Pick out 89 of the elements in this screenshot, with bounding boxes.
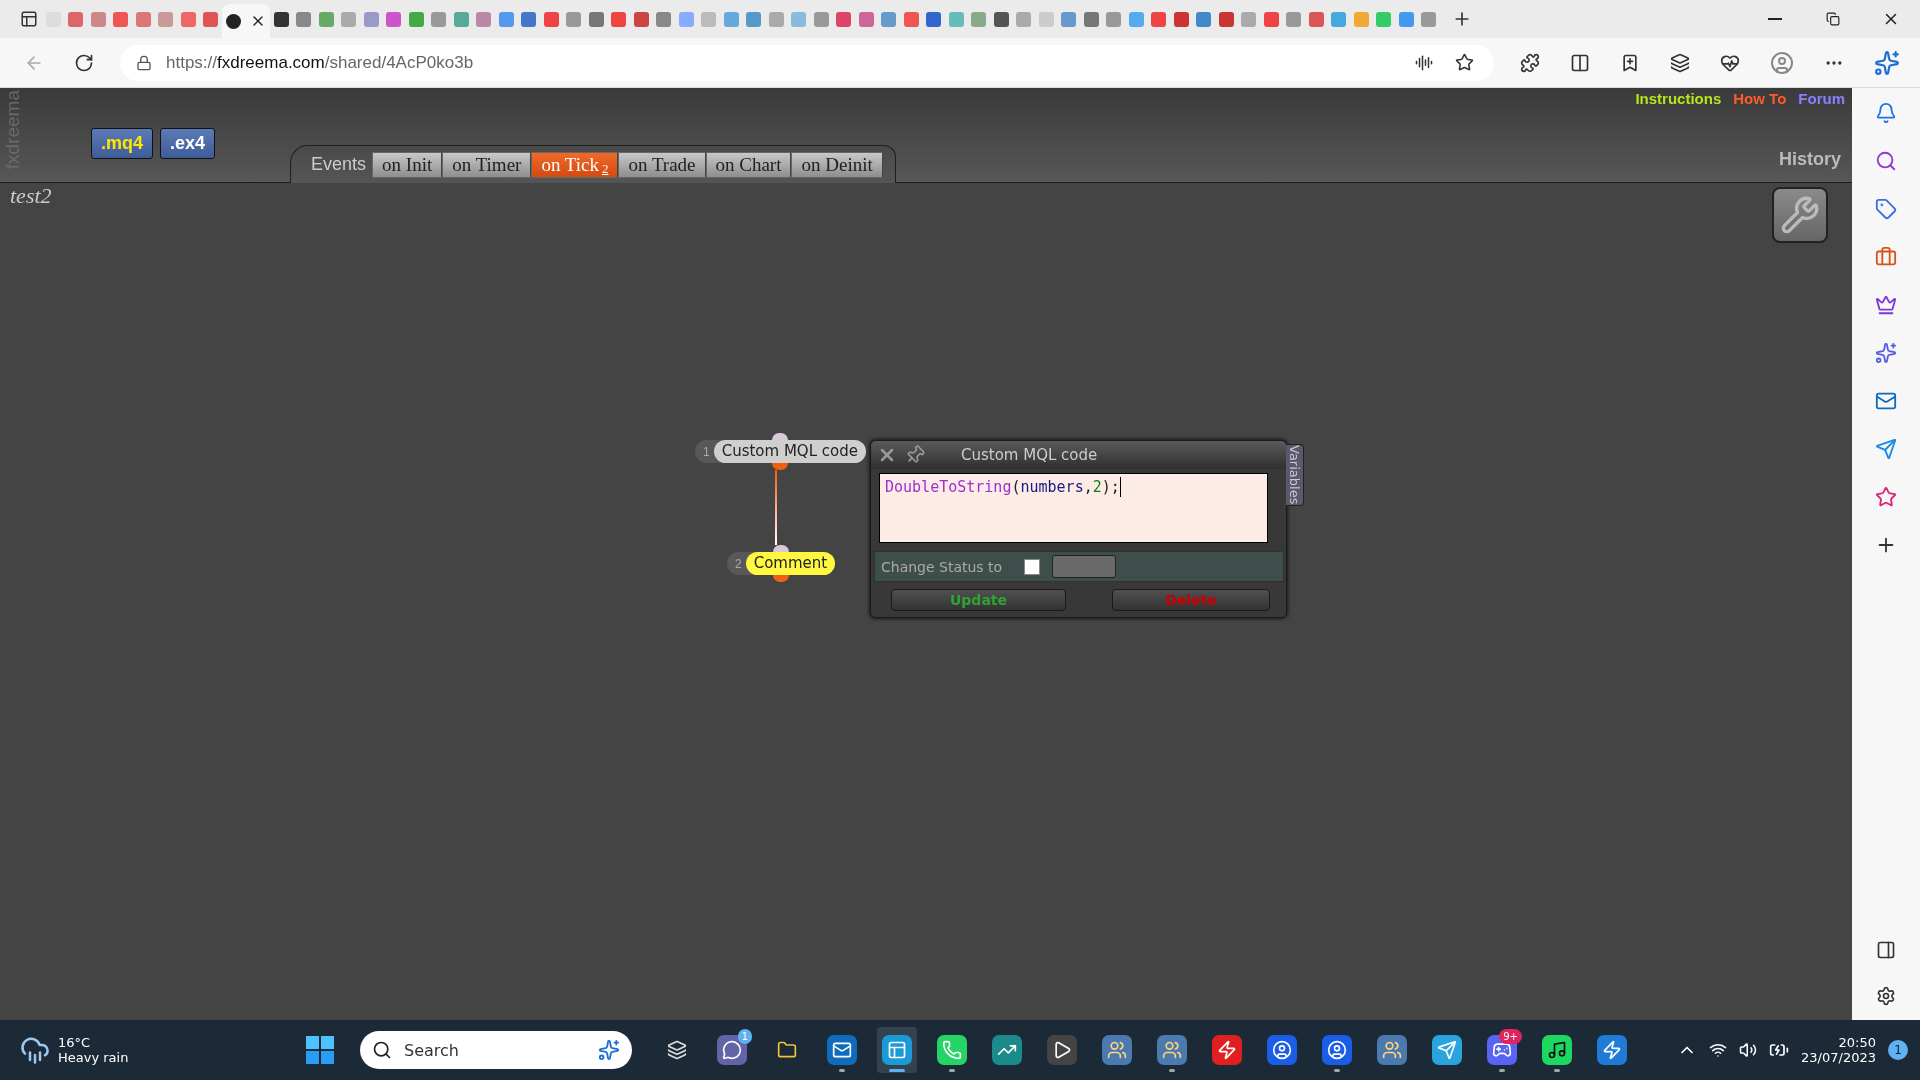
running-indicator: [1554, 1069, 1560, 1072]
notifications-icon[interactable]: [1875, 102, 1897, 124]
code-token: DoubleToString: [885, 477, 1012, 498]
code-token: (: [1011, 477, 1021, 498]
export-button[interactable]: .mq4: [91, 128, 153, 159]
app-icon: [992, 1035, 1022, 1065]
search-icon: [372, 1040, 392, 1060]
event-tab[interactable]: on Chart: [705, 151, 792, 178]
clock-date: 23/07/2023: [1801, 1050, 1876, 1065]
minimize-icon: [1768, 18, 1782, 20]
search-placeholder: Search: [404, 1040, 460, 1060]
app-icon: [1322, 1035, 1352, 1065]
sidebar-toggle-icon[interactable]: [1876, 940, 1896, 960]
node-number: 1: [703, 444, 710, 459]
app-icon: [882, 1035, 912, 1065]
app-icon: [1047, 1035, 1077, 1065]
event-tab[interactable]: on Timer: [442, 151, 532, 178]
app-icon: [1597, 1035, 1627, 1065]
status-label: Change Status to: [881, 558, 1003, 575]
taskbar-search-field[interactable]: Search: [360, 1031, 632, 1069]
active-browser-tab[interactable]: [222, 4, 270, 38]
dialog-title: Custom MQL code: [961, 446, 1098, 464]
running-indicator: [839, 1069, 845, 1072]
clock-time: 20:50: [1838, 1035, 1876, 1050]
output-connector[interactable]: [773, 575, 790, 582]
status-checkbox[interactable]: [1024, 558, 1041, 575]
app-icon: [1102, 1035, 1132, 1065]
node-label: Comment: [745, 552, 836, 575]
address-field[interactable]: https://fxdreema.com/shared/4AcP0ko3b: [120, 44, 1494, 81]
node-label: Custom MQL code: [713, 440, 866, 463]
tag-icon[interactable]: [1875, 198, 1897, 220]
settings-icon[interactable]: [1876, 986, 1896, 1006]
app-icon: [1542, 1035, 1572, 1065]
start-icon[interactable]: [305, 1035, 335, 1065]
code-token: 2: [1092, 477, 1102, 498]
rain-cloud-icon: [20, 1035, 50, 1065]
variables-tab[interactable]: Variables: [1286, 444, 1304, 506]
status-select[interactable]: [1052, 555, 1117, 578]
code-token: );: [1101, 477, 1120, 498]
input-connector[interactable]: [773, 545, 790, 552]
app-icon: [937, 1035, 967, 1065]
temperature: 16°C: [58, 1035, 92, 1050]
mail-icon[interactable]: [1875, 390, 1897, 412]
lock-icon: [136, 54, 152, 71]
header-link[interactable]: Instructions: [1635, 90, 1722, 107]
output-connector[interactable]: [772, 463, 789, 470]
taskbar-app[interactable]: 9+: [1482, 1027, 1522, 1073]
event-tab[interactable]: on Init: [372, 151, 443, 178]
running-indicator: [1334, 1069, 1340, 1072]
export-button[interactable]: .ex4: [160, 128, 216, 159]
volume-icon[interactable]: [1739, 1041, 1758, 1059]
url-text: https://fxdreema.com/shared/4AcP0ko3b: [166, 52, 474, 73]
code-token: numbers: [1020, 477, 1084, 498]
app-icon: [1267, 1035, 1297, 1065]
input-connector[interactable]: [772, 433, 789, 440]
wifi-icon[interactable]: [1709, 1041, 1728, 1059]
code-editor[interactable]: DoubleToString(numbers,2);: [879, 473, 1268, 543]
restore-icon: [1826, 12, 1840, 26]
diagram-node[interactable]: 1 Custom MQL code: [695, 440, 866, 463]
send-icon[interactable]: [1875, 438, 1897, 460]
notification-badge: 9+: [1499, 1029, 1522, 1044]
diagram-node[interactable]: 2 Comment: [727, 552, 836, 575]
running-indicator: [889, 1069, 905, 1072]
search-icon[interactable]: [1875, 150, 1897, 172]
app-icon: [1377, 1035, 1407, 1065]
briefcase-icon[interactable]: [1875, 246, 1897, 268]
running-indicator: [949, 1069, 955, 1072]
running-indicator: [1499, 1069, 1505, 1072]
taskbar-app[interactable]: [877, 1027, 917, 1073]
project-title: test2: [10, 183, 52, 209]
event-tab[interactable]: on Trade: [618, 151, 706, 178]
weather-condition: Heavy rain: [58, 1050, 129, 1065]
code-token: ,: [1083, 477, 1093, 498]
events-label: Events: [311, 154, 367, 175]
notification-count[interactable]: 1: [1888, 1040, 1908, 1060]
header-link[interactable]: How To: [1733, 90, 1787, 107]
app-icon: [1212, 1035, 1242, 1065]
sparkle-icon[interactable]: [1875, 342, 1897, 364]
running-indicator: [1169, 1069, 1175, 1072]
tools-button[interactable]: [1772, 187, 1828, 243]
history-button[interactable]: History: [1779, 149, 1845, 170]
event-tab[interactable]: on Deinit: [791, 151, 883, 178]
app-icon: [1432, 1035, 1462, 1065]
sparkle-icon[interactable]: [598, 1039, 620, 1061]
text-caret: [1119, 477, 1121, 497]
pin-icon[interactable]: [905, 445, 925, 465]
app-icon: [827, 1035, 857, 1065]
node-number: 2: [735, 556, 742, 571]
app-icon: [1157, 1035, 1187, 1065]
